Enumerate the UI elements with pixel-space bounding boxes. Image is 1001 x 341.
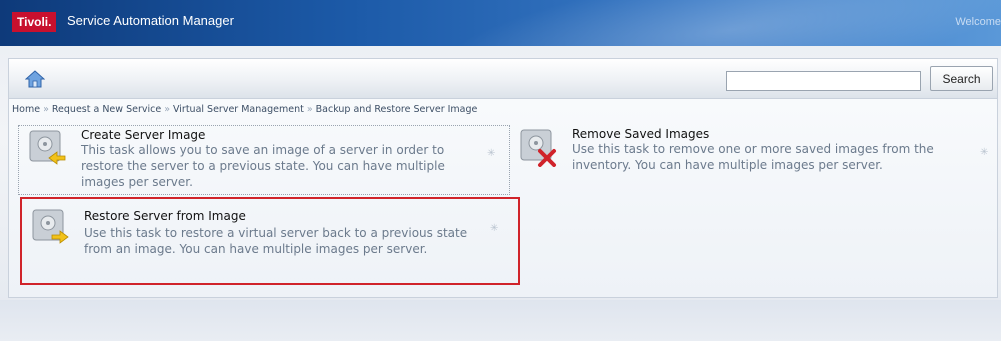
toolbar: Search: [8, 58, 998, 98]
tivoli-logo: Tivoli.: [12, 12, 57, 32]
task-title: Remove Saved Images: [572, 127, 710, 141]
task-restore-server-from-image[interactable]: Restore Server from Image Use this task …: [20, 197, 520, 285]
app-title: Service Automation Manager: [67, 13, 234, 28]
breadcrumb-current: Backup and Restore Server Image: [315, 104, 478, 115]
breadcrumb-virtual-server-management[interactable]: Virtual Server Management: [173, 104, 304, 115]
task-create-server-image[interactable]: Create Server Image This task allows you…: [18, 125, 510, 195]
task-description: Use this task to restore a virtual serve…: [84, 226, 468, 256]
breadcrumb-request-service[interactable]: Request a New Service: [52, 104, 161, 115]
task-title: Create Server Image: [81, 128, 206, 142]
favorite-icon[interactable]: ✳: [980, 147, 988, 158]
breadcrumb-separator: »: [43, 104, 49, 115]
breadcrumb-separator: »: [306, 104, 313, 115]
favorite-icon[interactable]: ✳: [490, 223, 498, 234]
search-input[interactable]: [726, 71, 921, 91]
task-description: Use this task to remove one or more save…: [572, 142, 934, 172]
restore-image-icon: [32, 209, 69, 244]
create-image-icon: [29, 130, 66, 165]
task-remove-saved-images[interactable]: Remove Saved Images Use this task to rem…: [510, 125, 990, 195]
task-description: This task allows you to save an image of…: [81, 143, 445, 189]
breadcrumb-home[interactable]: Home: [12, 104, 40, 115]
remove-image-icon: [520, 129, 556, 167]
welcome-text: Welcome: [955, 16, 1001, 28]
footer-background: [0, 300, 1001, 341]
favorite-icon[interactable]: ✳: [487, 148, 495, 159]
home-icon[interactable]: [25, 69, 45, 89]
search-button[interactable]: Search: [930, 66, 993, 91]
breadcrumb: Home» Request a New Service» Virtual Serve…: [12, 104, 477, 115]
task-title: Restore Server from Image: [84, 209, 246, 223]
breadcrumb-separator: »: [164, 104, 170, 115]
